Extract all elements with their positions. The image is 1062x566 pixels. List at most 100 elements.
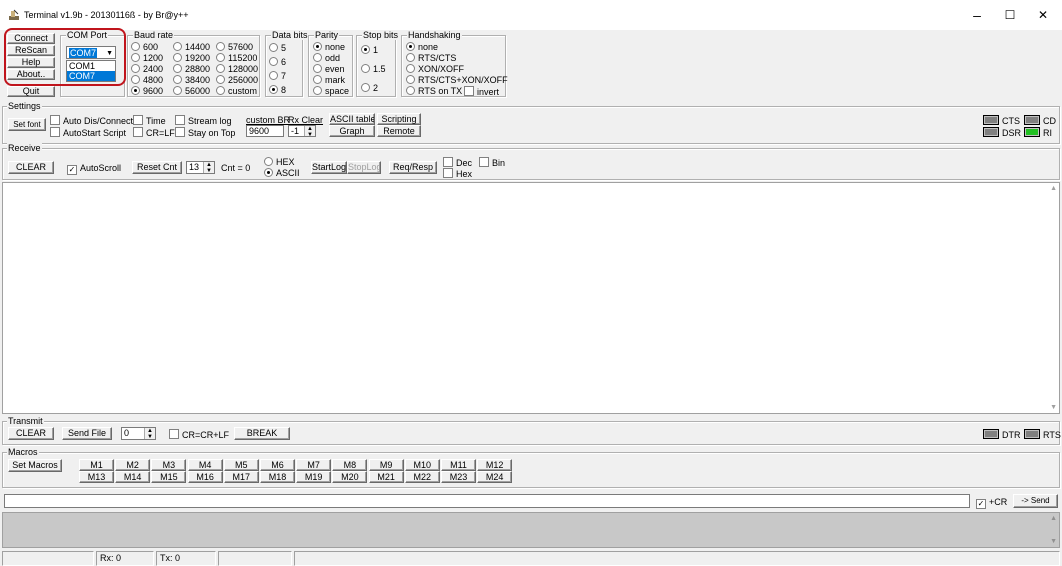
handshake-xon-xoff[interactable]: XON/XOFF [406, 64, 464, 74]
autoscroll-checkbox[interactable]: ✓ AutoScroll [67, 163, 121, 175]
baud-9600[interactable]: 9600 [131, 86, 163, 96]
macro-button-m19[interactable]: M19 [296, 471, 332, 483]
macro-button-m6[interactable]: M6 [260, 459, 295, 471]
remote-button[interactable]: Remote [377, 125, 421, 137]
receive-clear-button[interactable]: CLEAR [8, 161, 54, 174]
cnt-spinner[interactable]: ▲ ▼ [203, 162, 214, 173]
receive-hex-radio[interactable]: HEX [264, 157, 295, 167]
send-button[interactable]: -> Send [1013, 494, 1058, 508]
set-macros-button[interactable]: Set Macros [8, 459, 62, 472]
baud-115200[interactable]: 115200 [216, 53, 257, 63]
transmit-value-input[interactable]: 0 ▲ ▼ [121, 427, 156, 440]
stay-on-top-checkbox[interactable]: Stay on Top [175, 127, 235, 138]
macro-button-m24[interactable]: M24 [477, 471, 513, 483]
dec-checkbox[interactable]: Dec [443, 157, 472, 168]
handshake-rts-on-tx[interactable]: RTS on TX [406, 86, 462, 96]
graph-button[interactable]: Graph [329, 125, 375, 137]
macro-button-m22[interactable]: M22 [404, 471, 440, 483]
data-bits-7[interactable]: 7 [269, 71, 286, 81]
plus-cr-checkbox[interactable]: ✓ +CR [976, 497, 1007, 509]
baud-600[interactable]: 600 [131, 42, 158, 52]
parity-even[interactable]: even [313, 64, 345, 74]
baud-56000[interactable]: 56000 [173, 86, 210, 96]
rts-indicator[interactable]: RTS [1024, 429, 1061, 440]
baud-128000[interactable]: 128000 [216, 64, 258, 74]
reset-cnt-button[interactable]: Reset Cnt [132, 161, 182, 174]
history-scroll-up-icon[interactable]: ▲ [1050, 515, 1057, 522]
macro-button-m5[interactable]: M5 [223, 459, 259, 471]
req-resp-button[interactable]: Req/Resp [389, 161, 437, 174]
history-scroll-down-icon[interactable]: ▼ [1050, 538, 1057, 545]
send-history-area[interactable]: ▲ ▼ [2, 512, 1060, 548]
macro-button-m2[interactable]: M2 [115, 459, 151, 471]
rx-clear-input[interactable]: -1 ▲ ▼ [288, 125, 316, 137]
receive-ascii-radio[interactable]: ASCII [264, 168, 300, 178]
baud-256000[interactable]: 256000 [216, 75, 258, 85]
custom-br-input[interactable]: 9600 [246, 125, 284, 137]
baud-14400[interactable]: 14400 [173, 42, 210, 52]
data-bits-6[interactable]: 6 [269, 57, 286, 67]
macro-button-m23[interactable]: M23 [441, 471, 476, 483]
parity-mark[interactable]: mark [313, 75, 345, 85]
hex-checkbox[interactable]: Hex [443, 168, 472, 179]
data-bits-5[interactable]: 5 [269, 43, 286, 53]
set-font-button[interactable]: Set font [8, 118, 46, 131]
quit-button[interactable]: Quit [7, 86, 55, 97]
baud-57600[interactable]: 57600 [216, 42, 253, 52]
baud-38400[interactable]: 38400 [173, 75, 210, 85]
minimize-button[interactable]: – [960, 0, 994, 30]
macro-button-m11[interactable]: M11 [441, 459, 476, 471]
cr-lf-checkbox[interactable]: CR=LF [133, 127, 175, 138]
macro-button-m8[interactable]: M8 [332, 459, 368, 471]
scroll-up-icon[interactable]: ▲ [1050, 185, 1057, 192]
baud-28800[interactable]: 28800 [173, 64, 210, 74]
close-button[interactable]: ✕ [1026, 0, 1060, 30]
handshake-rts-cts-xon-xoff[interactable]: RTS/CTS+XON/XOFF [406, 75, 508, 85]
macro-button-m17[interactable]: M17 [223, 471, 259, 483]
ascii-table-button[interactable]: ASCII table [329, 113, 375, 125]
cr-crlf-checkbox[interactable]: CR=CR+LF [169, 429, 229, 440]
macro-button-m4[interactable]: M4 [187, 459, 223, 471]
stop-bits-2[interactable]: 2 [361, 83, 378, 93]
rx-clear-spinner[interactable]: ▲ ▼ [304, 126, 315, 136]
baud-4800[interactable]: 4800 [131, 75, 163, 85]
macro-button-m14[interactable]: M14 [115, 471, 151, 483]
parity-space[interactable]: space [313, 86, 349, 96]
transmit-spinner[interactable]: ▲ ▼ [144, 428, 155, 439]
break-button[interactable]: BREAK [234, 427, 290, 440]
macro-button-m13[interactable]: M13 [79, 471, 114, 483]
baud-19200[interactable]: 19200 [173, 53, 210, 63]
handshake-rts-cts[interactable]: RTS/CTS [406, 53, 456, 63]
maximize-button[interactable]: ☐ [993, 0, 1027, 30]
macro-button-m3[interactable]: M3 [151, 459, 187, 471]
send-input[interactable] [4, 494, 970, 508]
macro-button-m7[interactable]: M7 [296, 459, 332, 471]
send-file-button[interactable]: Send File [62, 427, 112, 440]
baud-2400[interactable]: 2400 [131, 64, 163, 74]
scripting-button[interactable]: Scripting [377, 113, 421, 125]
macro-button-m15[interactable]: M15 [151, 471, 187, 483]
autostart-script-checkbox[interactable]: AutoStart Script [50, 127, 126, 138]
time-checkbox[interactable]: Time [133, 115, 166, 126]
macro-button-m21[interactable]: M21 [368, 471, 404, 483]
macro-button-m16[interactable]: M16 [187, 471, 223, 483]
cnt-input[interactable]: 13 ▲ ▼ [186, 161, 215, 174]
receive-text-area[interactable]: ▲ ▼ [2, 182, 1060, 414]
bin-checkbox[interactable]: Bin [479, 157, 505, 168]
data-bits-8[interactable]: 8 [269, 85, 286, 95]
start-log-button[interactable]: StartLog [311, 161, 347, 174]
stream-log-checkbox[interactable]: Stream log [175, 115, 232, 126]
macro-button-m18[interactable]: M18 [260, 471, 295, 483]
auto-dis-connect-checkbox[interactable]: Auto Dis/Connect [50, 115, 133, 126]
parity-none[interactable]: none [313, 42, 345, 52]
macro-button-m20[interactable]: M20 [332, 471, 368, 483]
baud-custom[interactable]: custom [216, 86, 257, 96]
stop-bits-1-5[interactable]: 1.5 [361, 64, 386, 74]
macro-button-m1[interactable]: M1 [79, 459, 114, 471]
baud-1200[interactable]: 1200 [131, 53, 163, 63]
scroll-down-icon[interactable]: ▼ [1050, 404, 1057, 411]
stop-log-button[interactable]: StopLog [347, 161, 381, 174]
macro-button-m10[interactable]: M10 [404, 459, 440, 471]
transmit-clear-button[interactable]: CLEAR [8, 427, 54, 440]
parity-odd[interactable]: odd [313, 53, 340, 63]
